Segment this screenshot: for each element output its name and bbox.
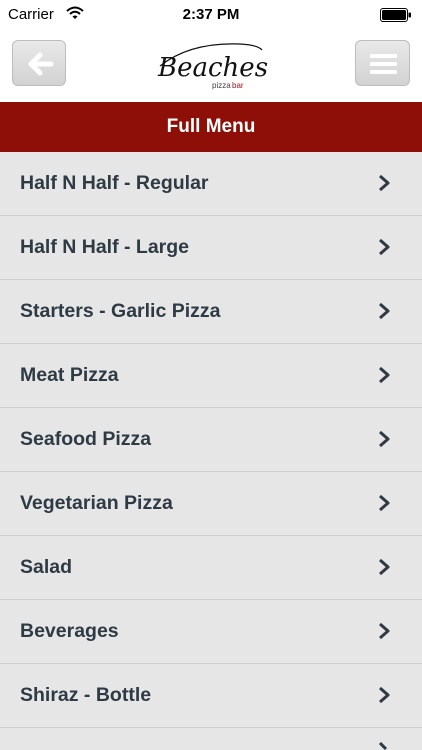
chevron-right-icon xyxy=(379,686,390,704)
list-item-label: Half N Half - Regular xyxy=(20,172,209,194)
list-item-label: Shiraz - Bottle xyxy=(20,684,152,706)
chevron-right-icon xyxy=(379,238,390,256)
back-button[interactable] xyxy=(12,40,66,86)
list-item-label: Meat Pizza xyxy=(20,364,119,386)
svg-text:bar: bar xyxy=(232,81,244,90)
chevron-right-icon xyxy=(379,622,390,640)
list-item[interactable]: Vegetarian Pizza xyxy=(0,472,422,536)
list-item-label: Seafood Pizza xyxy=(20,428,152,450)
list-item-label: Starters - Garlic Pizza xyxy=(20,300,221,322)
list-item[interactable]: Seafood Pizza xyxy=(0,408,422,472)
chevron-right-icon xyxy=(379,302,390,320)
list-item[interactable]: Half N Half - Regular xyxy=(0,152,422,216)
status-bar: Carrier 2:37 PM xyxy=(0,0,422,30)
app-header: Beaches pizza bar xyxy=(0,30,422,102)
list-item[interactable]: Beverages xyxy=(0,600,422,664)
menu-button[interactable] xyxy=(355,40,410,86)
menu-list: Half N Half - Regular Half N Half - Larg… xyxy=(0,152,422,750)
chevron-right-icon xyxy=(379,558,390,576)
list-item-label: Salad xyxy=(20,556,73,578)
svg-text:Beaches: Beaches xyxy=(157,53,268,83)
battery-icon xyxy=(380,8,411,22)
list-item[interactable]: Half N Half - Large xyxy=(0,216,422,280)
back-arrow-icon xyxy=(28,52,54,76)
chevron-right-icon xyxy=(379,366,390,384)
list-item[interactable]: Meat Pizza xyxy=(0,344,422,408)
chevron-right-icon xyxy=(379,430,390,448)
list-item[interactable]: Salad xyxy=(0,536,422,600)
list-item-label: Vegetarian Pizza xyxy=(20,492,173,514)
list-item-label: Beverages xyxy=(20,620,119,642)
chevron-right-icon xyxy=(379,494,390,512)
chevron-right-icon xyxy=(378,742,388,750)
brand-logo: Beaches pizza bar xyxy=(157,43,268,90)
list-item[interactable]: Shiraz - Bottle xyxy=(0,664,422,728)
chevron-right-icon xyxy=(379,174,390,192)
status-time: 2:37 PM xyxy=(182,6,240,23)
list-item[interactable]: Starters - Garlic Pizza xyxy=(0,280,422,344)
svg-text:pizza: pizza xyxy=(212,81,231,90)
page-title: Full Menu xyxy=(0,102,422,152)
hamburger-menu-icon xyxy=(370,54,397,74)
list-item-label: Half N Half - Large xyxy=(20,236,190,258)
